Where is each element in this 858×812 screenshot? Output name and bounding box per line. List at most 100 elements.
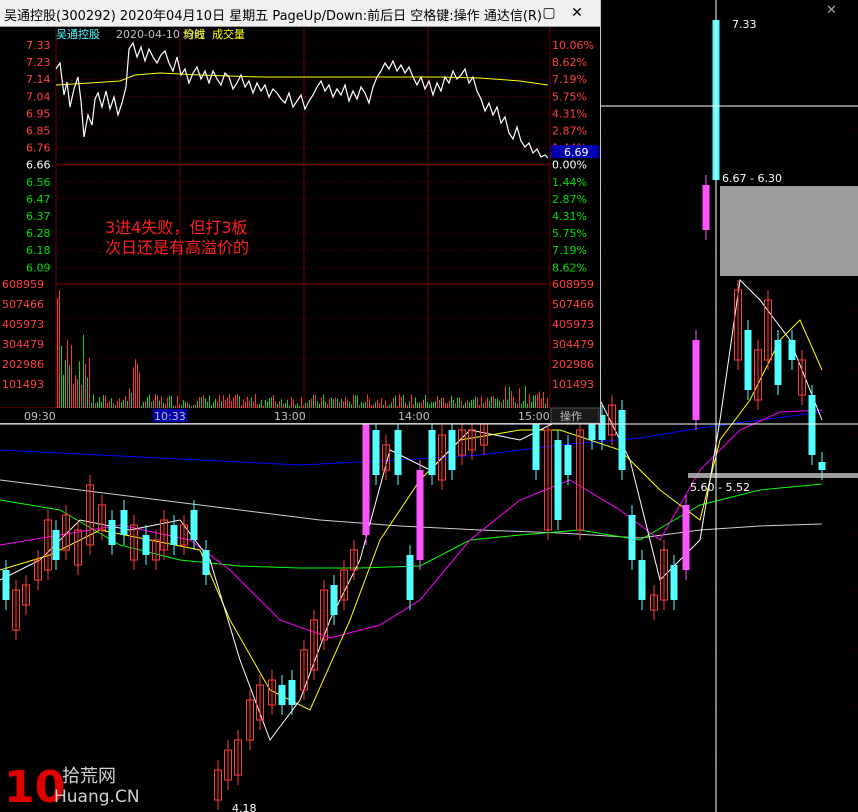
percent-tick: 2.87% <box>552 193 587 206</box>
candle-down <box>628 515 636 560</box>
candle-down <box>808 395 816 455</box>
price-tick: 7.04 <box>26 90 51 103</box>
volume-tick-left: 202986 <box>2 358 44 371</box>
candle-down <box>406 555 414 600</box>
intraday-grid <box>0 27 600 409</box>
candle-down <box>202 550 210 575</box>
candle-down <box>108 520 116 545</box>
candle-down <box>190 510 198 540</box>
candle-down <box>448 430 456 470</box>
volume-tick-left: 405973 <box>2 318 44 331</box>
high-price-label: 7.33 <box>732 18 757 31</box>
time-tick: 13:00 <box>274 410 306 423</box>
price-tick: 6.18 <box>26 244 51 257</box>
price-tick: 7.14 <box>26 73 51 86</box>
candle-down <box>288 680 296 705</box>
candle-down <box>670 565 678 600</box>
volume-tick-left: 608959 <box>2 278 44 291</box>
candle-down <box>2 570 10 600</box>
site-logo: 10 拾荒网 Huang.CN <box>4 762 140 810</box>
percent-tick: 5.75% <box>552 90 587 103</box>
candle-down <box>142 535 150 555</box>
candle-down <box>394 430 402 475</box>
percent-tick: 7.19% <box>552 244 587 257</box>
price-tick: 6.37 <box>26 210 51 223</box>
candle-limit <box>682 505 690 570</box>
candle-down <box>278 685 286 705</box>
price-tick: 6.09 <box>26 261 51 274</box>
candle-limit <box>416 470 424 560</box>
volume-tick-right: 608959 <box>552 278 594 291</box>
close-icon[interactable]: ✕ <box>568 4 586 22</box>
volume-tick-left: 101493 <box>2 378 44 391</box>
stock-name: 吴通控股 <box>56 27 100 41</box>
low-price-label: 4.18 <box>232 802 257 812</box>
candle-down <box>588 424 596 440</box>
candle-down <box>788 340 796 360</box>
svg-text:Huang.CN: Huang.CN <box>54 787 140 807</box>
price-tick: 6.66 <box>26 159 51 172</box>
price-axis-left: 7.33 7.23 7.14 7.04 6.95 6.85 6.76 6.66 6.56 6.47… <box>26 39 51 274</box>
candle-limit <box>362 424 370 535</box>
volume-tick-right: 202986 <box>552 358 594 371</box>
volume-axis: 608959 608959 507466 507466 405973 405973 3044… <box>2 278 594 391</box>
close-icon-corner[interactable]: ✕ <box>826 3 837 18</box>
volume-tick-right: 101493 <box>552 378 594 391</box>
percent-tick: 10.06% <box>552 39 594 52</box>
svg-text:拾荒网: 拾荒网 <box>62 766 116 787</box>
avg-line-label: 均线 <box>183 27 205 41</box>
percent-tick: 5.75% <box>552 227 587 240</box>
volume-label: 成交量 <box>212 27 245 41</box>
candle-down <box>170 525 178 545</box>
candle-down <box>818 462 826 470</box>
time-tick: 10:33 <box>154 410 186 423</box>
percent-tick: 2.87% <box>552 125 587 138</box>
volume-bars <box>57 290 548 408</box>
candle-down <box>774 340 782 385</box>
candle-down <box>744 330 752 390</box>
candle-down <box>330 585 338 615</box>
annotation-line-1: 3进4失败，但打3板 <box>105 218 248 237</box>
candle-down <box>120 510 128 535</box>
price-tick: 7.33 <box>26 39 51 52</box>
window-title: 吴通控股(300292) 2020年04月10日 星期五 PageUp/Down… <box>4 9 542 24</box>
intraday-chart[interactable]: 吴通控股 2020-04-10 分时 均线 成交量 7.337.237.147.… <box>0 27 600 423</box>
percent-tick: 1.44% <box>552 176 587 189</box>
candle-down <box>554 440 562 520</box>
volume-tick-left: 507466 <box>2 298 44 311</box>
intraday-window[interactable]: 吴通控股(300292) 2020年04月10日 星期五 PageUp/Down… <box>0 0 601 424</box>
candle-down <box>532 424 540 470</box>
volume-tick-right: 405973 <box>552 318 594 331</box>
volume-tick-right: 507466 <box>552 298 594 311</box>
candle-down <box>564 445 572 475</box>
current-price-marker: 6.69 <box>564 146 589 159</box>
price-tick: 6.56 <box>26 176 51 189</box>
price-tick: 7.23 <box>26 56 51 69</box>
candle-down <box>428 430 436 475</box>
gap-highlight-box <box>688 473 858 478</box>
annotation-line-2: 次日还是有高溢价的 <box>105 238 249 257</box>
operate-button[interactable]: 操作 <box>560 409 582 423</box>
volume-tick-left: 304479 <box>2 338 44 351</box>
percent-tick: 8.62% <box>552 56 587 69</box>
price-tick: 6.28 <box>26 227 51 240</box>
price-tick: 6.47 <box>26 193 51 206</box>
time-tick: 14:00 <box>398 410 430 423</box>
price-line <box>55 41 549 159</box>
time-tick: 15:00 <box>518 410 550 423</box>
price-tick: 6.76 <box>26 142 51 155</box>
minimize-icon[interactable]: ▢ <box>540 4 558 22</box>
volume-tick-right: 304479 <box>552 338 594 351</box>
candle-limit <box>692 340 700 420</box>
time-tick: 09:30 <box>24 410 56 423</box>
range-label: 6.67 - 6.30 <box>722 172 782 185</box>
candle-limit <box>702 185 710 230</box>
percent-tick: 0.00% <box>552 159 587 172</box>
candle-down <box>618 410 626 470</box>
window-titlebar[interactable]: 吴通控股(300292) 2020年04月10日 星期五 PageUp/Down… <box>0 0 600 27</box>
candle-down <box>638 560 646 600</box>
range-highlight-box <box>720 186 858 276</box>
percent-tick: 4.31% <box>552 210 587 223</box>
percent-tick: 7.19% <box>552 73 587 86</box>
percent-tick: 4.31% <box>552 107 587 120</box>
